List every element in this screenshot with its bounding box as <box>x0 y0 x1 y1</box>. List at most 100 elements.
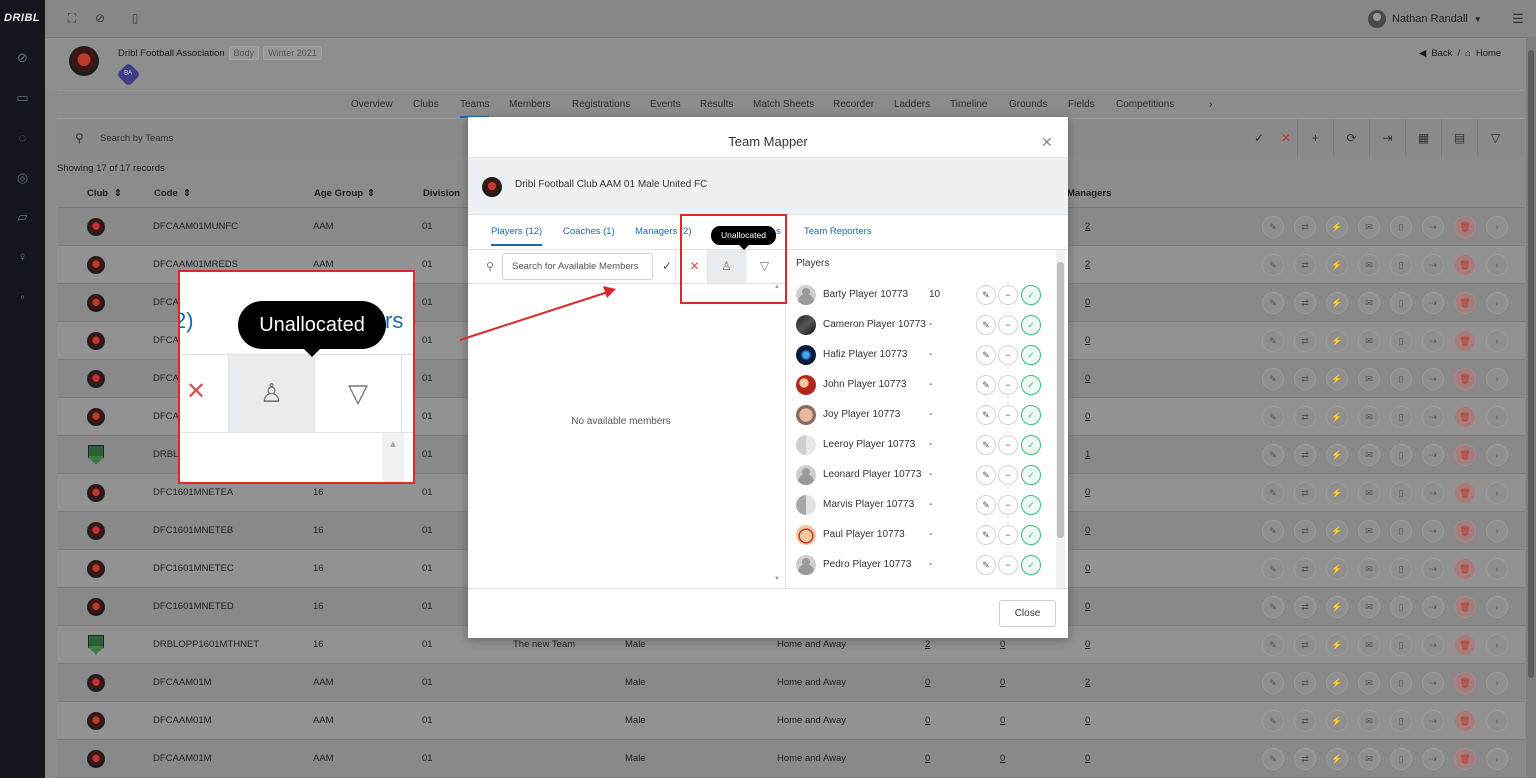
cell-managers[interactable]: 0 <box>1085 601 1090 612</box>
close-icon[interactable]: ✕ <box>1041 134 1053 151</box>
transfer-icon[interactable]: ⇄ <box>1294 596 1316 618</box>
transfer-icon[interactable]: ⇄ <box>1294 444 1316 466</box>
edit-icon[interactable]: ✎ <box>1262 634 1284 656</box>
cell-managers[interactable]: 0 <box>1085 411 1090 422</box>
edit-icon[interactable]: ✎ <box>1262 330 1284 352</box>
page-scrollbar[interactable] <box>1526 38 1536 778</box>
players-scrollbar[interactable] <box>1056 250 1065 588</box>
transfer-icon[interactable]: ⇄ <box>1294 748 1316 770</box>
tab-overview[interactable]: Overview <box>351 99 393 110</box>
document-icon[interactable]: ▤ <box>1441 119 1477 157</box>
edit-icon[interactable]: ✎ <box>1262 520 1284 542</box>
move-icon[interactable]: ⇢ <box>1422 634 1444 656</box>
tab-results[interactable]: Results <box>700 99 733 110</box>
available-members-search-input[interactable] <box>502 253 653 280</box>
allocated-check-icon[interactable]: ✓ <box>1021 285 1041 305</box>
home-icon[interactable]: ⌂ <box>1465 48 1471 59</box>
trash-icon[interactable]: 🗑 <box>1454 748 1476 770</box>
folder-icon[interactable]: ▱ <box>15 209 30 224</box>
edit-icon[interactable]: ✎ <box>1262 368 1284 390</box>
transfer-icon[interactable]: ⇄ <box>1294 254 1316 276</box>
transfer-icon[interactable]: ⇄ <box>1294 216 1316 238</box>
filter-icon[interactable]: ▽ <box>1477 119 1513 157</box>
cell-managers[interactable]: 2 <box>1085 677 1090 688</box>
remove-icon[interactable]: − <box>998 345 1018 365</box>
edit-icon[interactable]: ✎ <box>1262 406 1284 428</box>
tab-competitions[interactable]: Competitions <box>1116 99 1174 110</box>
players-scrollbar-thumb[interactable] <box>1057 262 1064 538</box>
trash-icon[interactable]: 🗑 <box>1454 672 1476 694</box>
move-icon[interactable]: ⇢ <box>1422 368 1444 390</box>
mail-icon[interactable]: ✉ <box>1358 444 1380 466</box>
remove-icon[interactable]: − <box>998 375 1018 395</box>
cell-managers[interactable]: 0 <box>1085 373 1090 384</box>
tab-clubs[interactable]: Clubs <box>413 99 439 110</box>
mail-icon[interactable]: ✉ <box>1358 634 1380 656</box>
cell-count[interactable]: 0 <box>1000 753 1005 764</box>
edit-icon[interactable]: ✎ <box>1262 596 1284 618</box>
edit-icon[interactable]: ✎ <box>1262 216 1284 238</box>
settings-sliders-icon[interactable]: ☰ <box>1512 11 1524 27</box>
sort-icon[interactable]: ⇕ <box>183 188 191 199</box>
transfer-icon[interactable]: ⇄ <box>1294 558 1316 580</box>
cell-managers[interactable]: 2 <box>1085 259 1090 270</box>
sort-icon[interactable]: ⇕ <box>114 188 122 199</box>
chevron-right-icon[interactable]: › <box>1486 406 1508 428</box>
move-icon[interactable]: ⇢ <box>1422 330 1444 352</box>
move-icon[interactable]: ⇢ <box>1422 596 1444 618</box>
chevron-right-icon[interactable]: › <box>1486 520 1508 542</box>
remove-icon[interactable]: − <box>998 435 1018 455</box>
clipboard-icon[interactable]: ▯ <box>1390 254 1412 276</box>
tab-timeline[interactable]: Timeline <box>950 99 987 110</box>
move-icon[interactable]: ⇢ <box>1422 406 1444 428</box>
cell-count[interactable]: 0 <box>1000 677 1005 688</box>
cell-managers[interactable]: 0 <box>1085 639 1090 650</box>
edit-icon[interactable]: ✎ <box>976 495 996 515</box>
add-icon[interactable]: + <box>1297 119 1333 157</box>
lightning-icon[interactable]: ⚡ <box>1326 292 1348 314</box>
transfer-icon[interactable]: ⇄ <box>1294 406 1316 428</box>
tab-fields[interactable]: Fields <box>1068 99 1095 110</box>
transfer-icon[interactable]: ⇄ <box>1294 330 1316 352</box>
cell-managers[interactable]: 0 <box>1085 487 1090 498</box>
transfer-icon[interactable]: ⇄ <box>1294 710 1316 732</box>
clipboard-icon[interactable]: ▯ <box>1390 444 1412 466</box>
tabs-next-icon[interactable]: › <box>1209 99 1212 110</box>
allocated-check-icon[interactable]: ✓ <box>1021 555 1041 575</box>
trash-icon[interactable]: 🗑 <box>1454 216 1476 238</box>
search-input[interactable]: Search by Teams <box>100 133 173 144</box>
cell-count[interactable]: 0 <box>925 677 930 688</box>
edit-icon[interactable]: ✎ <box>976 435 996 455</box>
chevron-right-icon[interactable]: › <box>1486 482 1508 504</box>
lightning-icon[interactable]: ⚡ <box>1326 330 1348 352</box>
lightning-icon[interactable]: ⚡ <box>1326 444 1348 466</box>
edit-icon[interactable]: ✎ <box>976 525 996 545</box>
remove-icon[interactable]: − <box>998 285 1018 305</box>
refresh-icon[interactable]: ⟳ <box>1333 119 1369 157</box>
clipboard-icon[interactable]: ▯ <box>1390 406 1412 428</box>
trash-icon[interactable]: 🗑 <box>1454 444 1476 466</box>
edit-icon[interactable]: ✎ <box>1262 558 1284 580</box>
col-club[interactable]: Club <box>87 188 108 199</box>
sort-icon[interactable]: ⇕ <box>367 188 375 199</box>
chevron-right-icon[interactable]: › <box>1486 444 1508 466</box>
transfer-icon[interactable]: ⇄ <box>1294 520 1316 542</box>
scroll-down-icon[interactable]: ▼ <box>774 576 780 582</box>
home-link[interactable]: Home <box>1476 48 1501 59</box>
chevron-right-icon[interactable]: › <box>1486 558 1508 580</box>
compass-small-icon[interactable]: ⊘ <box>93 11 107 25</box>
transfer-icon[interactable]: ⇄ <box>1294 292 1316 314</box>
key-icon[interactable]: ♀ <box>15 249 30 264</box>
edit-icon[interactable]: ✎ <box>1262 710 1284 732</box>
mail-icon[interactable]: ✉ <box>1358 748 1380 770</box>
clipboard-icon[interactable]: ▯ <box>1390 672 1412 694</box>
clipboard-icon[interactable]: ▯ <box>1390 634 1412 656</box>
mail-icon[interactable]: ✉ <box>1358 406 1380 428</box>
table-row[interactable]: DFCAAM01M AAM 01 Male Home and Away 0 0 2 ✎ ⇄ ⚡ ✉ ▯ ⇢… <box>57 664 1525 702</box>
remove-icon[interactable]: − <box>998 315 1018 335</box>
move-icon[interactable]: ⇢ <box>1422 672 1444 694</box>
chevron-right-icon[interactable]: › <box>1486 710 1508 732</box>
allocated-check-icon[interactable]: ✓ <box>1021 495 1041 515</box>
trash-icon[interactable]: 🗑 <box>1454 330 1476 352</box>
tab-registrations[interactable]: Registrations <box>572 99 630 110</box>
